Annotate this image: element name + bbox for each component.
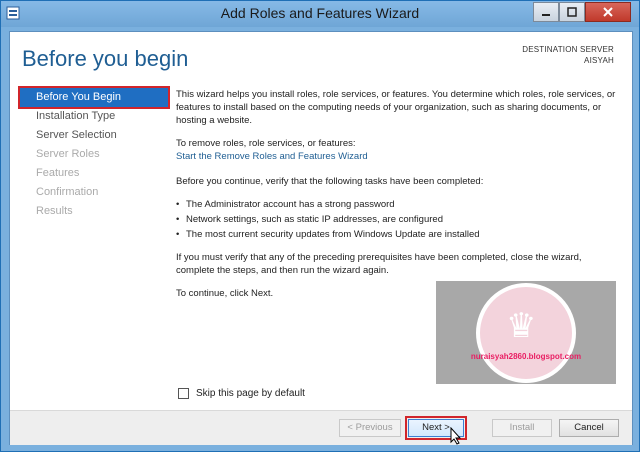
wizard-nav: Before You Begin Installation Type Serve… xyxy=(18,86,170,221)
mouse-pointer-icon xyxy=(450,427,462,445)
close-button[interactable] xyxy=(585,2,631,22)
nav-item-results: Results xyxy=(36,205,73,217)
nav-item-server-selection[interactable]: Server Selection xyxy=(20,126,168,145)
previous-button[interactable]: < Previous xyxy=(339,419,401,437)
watermark-text: nuraisyah2860.blogspot.com xyxy=(470,352,582,361)
watermark-badge: ♛ xyxy=(476,283,576,383)
destination-server-label: DESTINATION SERVER xyxy=(522,45,614,54)
watermark-image: ♛ nuraisyah2860.blogspot.com xyxy=(436,281,616,384)
cancel-button[interactable]: Cancel xyxy=(559,419,619,437)
install-button[interactable]: Install xyxy=(492,419,552,437)
minimize-icon xyxy=(542,14,550,16)
skip-page-label[interactable]: Skip this page by default xyxy=(196,387,305,401)
nav-item-server-roles: Server Roles xyxy=(36,148,100,160)
verify-intro: Before you continue, verify that the fol… xyxy=(176,176,484,187)
maximize-button[interactable] xyxy=(559,2,585,22)
list-item: The Administrator account has a strong p… xyxy=(176,198,622,211)
task-list: The Administrator account has a strong p… xyxy=(176,198,622,241)
intro-text: This wizard helps you install roles, rol… xyxy=(176,89,616,126)
maximize-icon xyxy=(567,7,577,17)
nav-item-confirmation: Confirmation xyxy=(36,186,99,198)
page-title: Before you begin xyxy=(22,46,189,71)
title-bar[interactable]: Add Roles and Features Wizard xyxy=(1,1,639,27)
wizard-body: Before you begin DESTINATION SERVER AISY… xyxy=(9,31,633,445)
crown-icon: ♛ xyxy=(506,307,537,345)
list-item: Network settings, such as static IP addr… xyxy=(176,213,622,226)
minimize-button[interactable] xyxy=(533,2,559,22)
nav-item-features: Features xyxy=(36,167,80,179)
prereq-note: If you must verify that any of the prece… xyxy=(176,252,582,276)
nav-item-before-you-begin[interactable]: Before You Begin xyxy=(18,86,170,109)
content-pane: This wizard helps you install roles, rol… xyxy=(176,88,622,310)
remove-wizard-link[interactable]: Start the Remove Roles and Features Wiza… xyxy=(176,151,368,162)
remove-heading: To remove roles, role services, or featu… xyxy=(176,138,356,149)
list-item: The most current security updates from W… xyxy=(176,228,622,241)
close-icon xyxy=(603,7,613,17)
wizard-window: Add Roles and Features Wizard Before you… xyxy=(0,0,640,452)
destination-server-name: AISYAH xyxy=(584,56,614,65)
nav-item-installation-type[interactable]: Installation Type xyxy=(20,107,168,126)
skip-page-checkbox[interactable] xyxy=(178,388,189,399)
button-bar: < Previous Next > Install Cancel xyxy=(10,410,632,445)
